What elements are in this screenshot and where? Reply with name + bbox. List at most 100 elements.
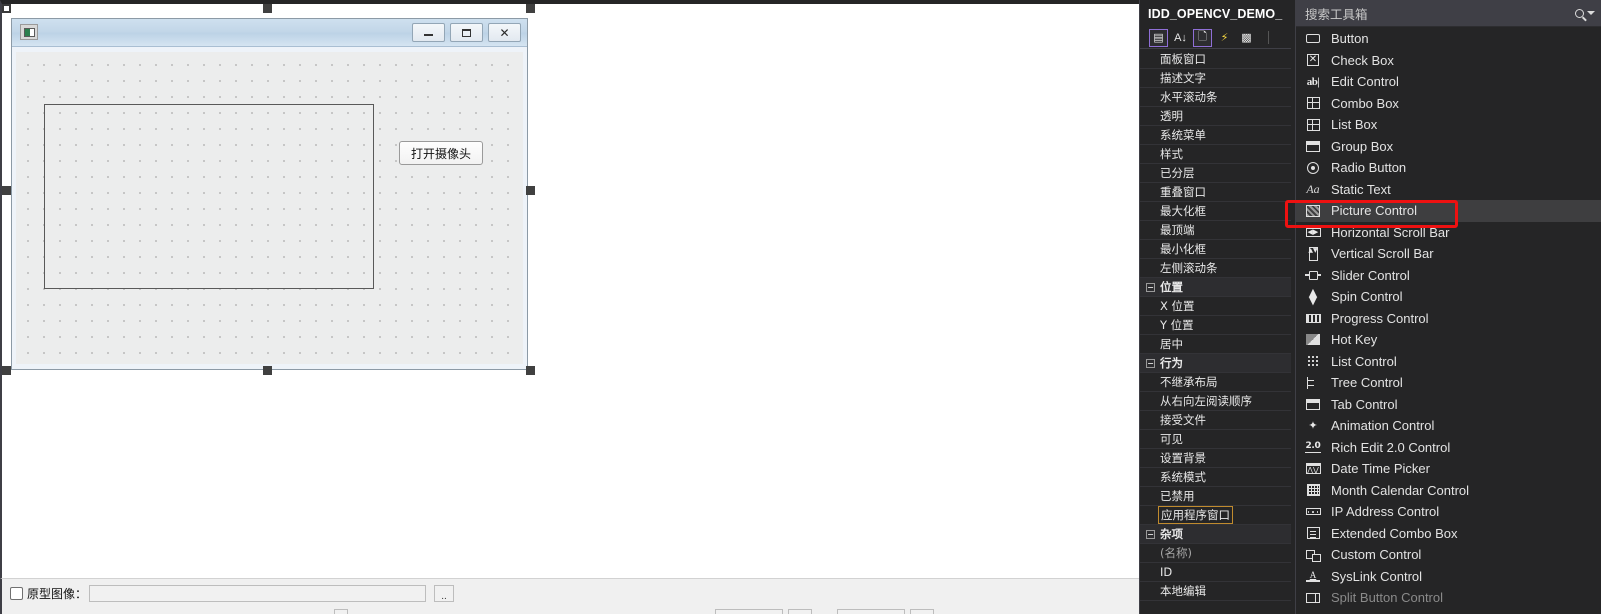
property-row[interactable]: 最大化框 — [1140, 202, 1291, 221]
toolbox-item-custom-control[interactable]: Custom Control — [1296, 544, 1601, 566]
search-icon[interactable] — [1575, 8, 1584, 18]
browse-button[interactable]: .. — [434, 585, 455, 602]
property-row[interactable]: 本地编辑 — [1140, 582, 1291, 601]
property-row[interactable]: Y 位置 — [1140, 316, 1291, 335]
selection-handle-top-left[interactable] — [2, 4, 11, 13]
toolbox-item-extended-combo-box[interactable]: Extended Combo Box — [1296, 523, 1601, 545]
toolbox-item-ip-address-control[interactable]: IP Address Control — [1296, 501, 1601, 523]
selection-handle-top-right[interactable] — [526, 4, 535, 13]
close-button[interactable]: ✕ — [488, 23, 521, 42]
toolbox-item-animation-control[interactable]: ✦ Animation Control — [1296, 415, 1601, 437]
property-row[interactable]: 从右向左阅读顺序 — [1140, 392, 1291, 411]
minimize-button[interactable] — [412, 23, 445, 42]
property-row[interactable]: 可见 — [1140, 430, 1291, 449]
toolbox-item-hot-key[interactable]: Hot Key — [1296, 329, 1601, 351]
dialog-client-area[interactable]: 打开摄像头 — [16, 52, 523, 364]
property-row[interactable]: 居中 — [1140, 335, 1291, 354]
property-row[interactable]: X 位置 — [1140, 297, 1291, 316]
toolbox-item-edit-control[interactable]: ab| Edit Control — [1296, 71, 1601, 93]
toolbox-item-radio-button[interactable]: Radio Button — [1296, 157, 1601, 179]
property-row[interactable]: 描述文字 — [1140, 69, 1291, 88]
design-dialog-window[interactable]: ✕ 打开摄像头 — [11, 18, 528, 370]
toolbox-search-input[interactable]: 搜索工具箱 — [1296, 4, 1368, 23]
chevron-down-icon[interactable] — [1587, 11, 1595, 15]
toolbox-item-check-box[interactable]: ✕ Check Box — [1296, 50, 1601, 72]
property-row[interactable]: 透明 — [1140, 107, 1291, 126]
toolbox-item-combo-box[interactable]: Combo Box — [1296, 93, 1601, 115]
toolbox-item-list-box[interactable]: List Box — [1296, 114, 1601, 136]
dialog-titlebar[interactable]: ✕ — [12, 19, 527, 47]
toolbox-item-tree-control[interactable]: Tree Control — [1296, 372, 1601, 394]
clipped-widget-3[interactable] — [788, 609, 812, 614]
property-row[interactable]: 已分层 — [1140, 164, 1291, 183]
toolbox-item-month-calendar-control[interactable]: Month Calendar Control — [1296, 480, 1601, 502]
toolbox-item-label: Progress Control — [1331, 310, 1429, 326]
selection-handle-bottom-left[interactable] — [2, 366, 11, 375]
alphabetical-sort-button[interactable]: A↓ — [1171, 29, 1190, 47]
selection-handle-middle-right[interactable] — [526, 186, 535, 195]
toolbox-item-rich-edit-control[interactable]: 2.0 Rich Edit 2.0 Control — [1296, 437, 1601, 459]
toolbox-item-vertical-scroll-bar[interactable]: ▲▼ Vertical Scroll Bar — [1296, 243, 1601, 265]
property-row[interactable]: 最顶端 — [1140, 221, 1291, 240]
property-row[interactable]: 已禁用 — [1140, 487, 1291, 506]
property-group-behavior[interactable]: − 行为 — [1140, 354, 1291, 373]
toolbox-item-label: Hot Key — [1331, 332, 1378, 348]
property-row[interactable]: 系统模式 — [1140, 468, 1291, 487]
collapse-expander-icon[interactable]: − — [1146, 282, 1155, 292]
toolbox-item-split-button-control[interactable]: Split Button Control — [1296, 587, 1601, 609]
clipped-widget-5[interactable] — [910, 609, 934, 614]
property-group-label: 位置 — [1160, 280, 1183, 294]
toolbox-item-horizontal-scroll-bar[interactable]: ◀▶ Horizontal Scroll Bar — [1296, 222, 1601, 244]
selection-handle-middle-left[interactable] — [2, 186, 11, 195]
dialog-designer-canvas[interactable]: ✕ 打开摄像头 — [0, 0, 1139, 578]
toolbox-item-group-box[interactable]: Group Box — [1296, 136, 1601, 158]
toolbox-item-syslink-control[interactable]: A SysLink Control — [1296, 566, 1601, 588]
property-name: 透明 — [1160, 109, 1183, 123]
property-row[interactable]: 接受文件 — [1140, 411, 1291, 430]
property-group-misc[interactable]: − 杂项 — [1140, 525, 1291, 544]
toolbox-item-spin-control[interactable]: ▲ ▼ Spin Control — [1296, 286, 1601, 308]
property-row[interactable]: 最小化框 — [1140, 240, 1291, 259]
clipped-widget-1[interactable] — [334, 609, 348, 614]
property-row[interactable]: 样式 — [1140, 145, 1291, 164]
toolbox-item-progress-control[interactable]: Progress Control — [1296, 308, 1601, 330]
prototype-path-input[interactable] — [89, 585, 427, 602]
open-camera-button[interactable]: 打开摄像头 — [399, 141, 483, 165]
property-messages-button[interactable]: ▩ — [1237, 29, 1256, 47]
toolbox-search-bar[interactable]: 搜索工具箱 — [1296, 0, 1601, 27]
collapse-expander-icon[interactable]: − — [1146, 529, 1155, 539]
property-row[interactable]: 水平滚动条 — [1140, 88, 1291, 107]
selection-handle-bottom-right[interactable] — [526, 366, 535, 375]
maximize-button[interactable] — [450, 23, 483, 42]
property-row[interactable]: 左侧滚动条 — [1140, 259, 1291, 278]
selection-handle-bottom-center[interactable] — [263, 366, 272, 375]
property-group-position[interactable]: − 位置 — [1140, 278, 1291, 297]
property-row[interactable]: 重叠窗口 — [1140, 183, 1291, 202]
property-row[interactable]: (名称) — [1140, 544, 1291, 563]
toolbox-items-list[interactable]: Button ✕ Check Box ab| Edit Control Comb… — [1296, 28, 1601, 614]
property-row[interactable]: 不继承布局 — [1140, 373, 1291, 392]
clipped-widget-2[interactable] — [715, 609, 783, 614]
prototype-image-checkbox[interactable] — [10, 587, 23, 600]
clipped-widget-4[interactable] — [837, 609, 905, 614]
events-button[interactable]: ⚡ — [1215, 29, 1234, 47]
property-row[interactable]: ID — [1140, 563, 1291, 582]
properties-list[interactable]: 面板窗口 描述文字 水平滚动条 透明 系统菜单 样式 已分层 重叠窗口 最大化框… — [1140, 50, 1291, 614]
collapse-expander-icon[interactable]: − — [1146, 358, 1155, 368]
property-row[interactable]: 设置背景 — [1140, 449, 1291, 468]
property-name: 重叠窗口 — [1160, 185, 1206, 199]
property-row[interactable]: 面板窗口 — [1140, 50, 1291, 69]
selection-handle-top-center[interactable] — [263, 4, 272, 13]
categorized-view-button[interactable]: ▤ — [1149, 28, 1168, 47]
picture-control-placeholder[interactable] — [44, 104, 374, 289]
toolbox-item-date-time-picker[interactable]: ⋀⋁ Date Time Picker — [1296, 458, 1601, 480]
toolbox-item-static-text[interactable]: Aa Static Text — [1296, 179, 1601, 201]
toolbox-item-picture-control[interactable]: Picture Control — [1296, 200, 1601, 222]
toolbox-item-list-control[interactable]: List Control — [1296, 351, 1601, 373]
toolbox-item-slider-control[interactable]: Slider Control — [1296, 265, 1601, 287]
property-row[interactable]: 系统菜单 — [1140, 126, 1291, 145]
property-row-selected[interactable]: 应用程序窗口 — [1140, 506, 1291, 525]
toolbox-item-button[interactable]: Button — [1296, 28, 1601, 50]
property-pages-button[interactable]: 🗋 — [1193, 28, 1212, 47]
toolbox-item-tab-control[interactable]: Tab Control — [1296, 394, 1601, 416]
